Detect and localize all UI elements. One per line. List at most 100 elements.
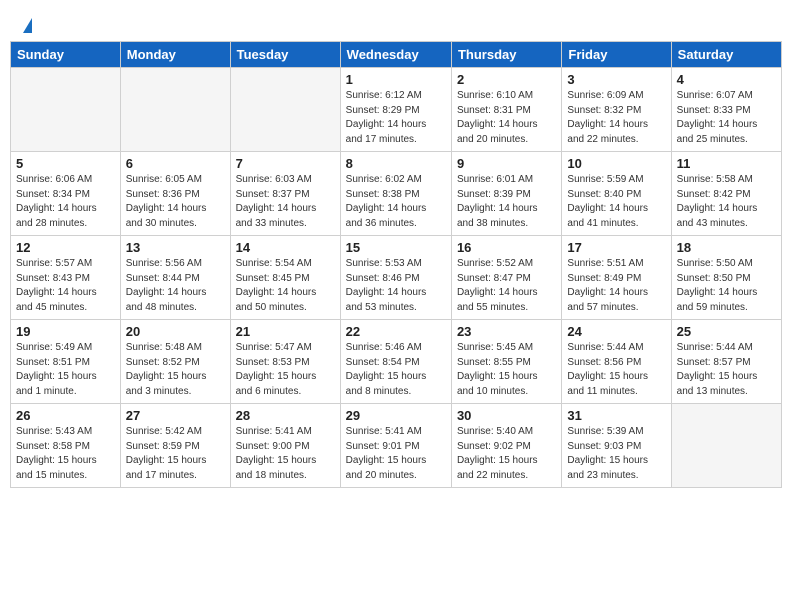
day-info: Sunrise: 5:48 AM Sunset: 8:52 PM Dayligh… [126, 341, 225, 399]
day-number: 11 [677, 156, 776, 171]
calendar-cell: 13 Sunrise: 5:56 AM Sunset: 8:44 PM Dayli… [120, 236, 230, 320]
day-number: 1 [346, 72, 446, 87]
day-number: 25 [677, 324, 776, 339]
day-info: Sunrise: 5:45 AM Sunset: 8:55 PM Dayligh… [457, 341, 556, 399]
calendar-row: 12 Sunrise: 5:57 AM Sunset: 8:43 PM Dayli… [11, 236, 782, 320]
day-number: 16 [457, 240, 556, 255]
calendar-table: SundayMondayTuesdayWednesdayThursdayFrid… [10, 41, 782, 488]
day-number: 9 [457, 156, 556, 171]
weekday-header-thursday: Thursday [451, 42, 561, 68]
calendar-cell: 2 Sunrise: 6:10 AM Sunset: 8:31 PM Daylig… [451, 68, 561, 152]
day-number: 2 [457, 72, 556, 87]
calendar-row: 19Sunrise: 5:49 AM Sunset: 8:51 PM Dayli… [11, 320, 782, 404]
day-number: 10 [567, 156, 665, 171]
day-number: 27 [126, 408, 225, 423]
day-number: 7 [236, 156, 335, 171]
calendar-row: 5 Sunrise: 6:06 AM Sunset: 8:34 PM Daylig… [11, 152, 782, 236]
calendar-cell: 12 Sunrise: 5:57 AM Sunset: 8:43 PM Dayli… [11, 236, 121, 320]
day-info: Sunrise: 5:41 AM Sunset: 9:01 PM Dayligh… [346, 425, 446, 483]
day-number: 28 [236, 408, 335, 423]
calendar-cell: 20 Sunrise: 5:48 AM Sunset: 8:52 PM Dayli… [120, 320, 230, 404]
day-number: 18 [677, 240, 776, 255]
day-number: 30 [457, 408, 556, 423]
day-info: Sunrise: 6:03 AM Sunset: 8:37 PM Dayligh… [236, 173, 335, 231]
calendar-cell: 3Sunrise: 6:09 AM Sunset: 8:32 PM Daylig… [562, 68, 671, 152]
day-number: 22 [346, 324, 446, 339]
logo [20, 18, 32, 31]
calendar-cell: 27Sunrise: 5:42 AM Sunset: 8:59 PM Dayli… [120, 404, 230, 488]
day-number: 21 [236, 324, 335, 339]
calendar-cell: 15 Sunrise: 5:53 AM Sunset: 8:46 PM Dayli… [340, 236, 451, 320]
calendar-cell: 11 Sunrise: 5:58 AM Sunset: 8:42 PM Dayli… [671, 152, 781, 236]
weekday-header-monday: Monday [120, 42, 230, 68]
day-number: 23 [457, 324, 556, 339]
calendar-cell: 10 Sunrise: 5:59 AM Sunset: 8:40 PM Dayli… [562, 152, 671, 236]
calendar-cell [11, 68, 121, 152]
weekday-header-tuesday: Tuesday [230, 42, 340, 68]
day-number: 8 [346, 156, 446, 171]
calendar-cell: 31 Sunrise: 5:39 AM Sunset: 9:03 PM Dayli… [562, 404, 671, 488]
day-number: 14 [236, 240, 335, 255]
calendar-cell [120, 68, 230, 152]
weekday-header-wednesday: Wednesday [340, 42, 451, 68]
weekday-header-sunday: Sunday [11, 42, 121, 68]
day-info: Sunrise: 5:50 AM Sunset: 8:50 PM Dayligh… [677, 257, 776, 315]
day-info: Sunrise: 5:53 AM Sunset: 8:46 PM Dayligh… [346, 257, 446, 315]
calendar-row: 26 Sunrise: 5:43 AM Sunset: 8:58 PM Dayli… [11, 404, 782, 488]
calendar-cell: 24Sunrise: 5:44 AM Sunset: 8:56 PM Dayli… [562, 320, 671, 404]
calendar-row: 1 Sunrise: 6:12 AM Sunset: 8:29 PM Daylig… [11, 68, 782, 152]
day-info: Sunrise: 5:49 AM Sunset: 8:51 PM Dayligh… [16, 341, 115, 399]
calendar-cell: 25 Sunrise: 5:44 AM Sunset: 8:57 PM Dayli… [671, 320, 781, 404]
calendar-cell: 22 Sunrise: 5:46 AM Sunset: 8:54 PM Dayli… [340, 320, 451, 404]
day-info: Sunrise: 5:47 AM Sunset: 8:53 PM Dayligh… [236, 341, 335, 399]
calendar-cell: 21 Sunrise: 5:47 AM Sunset: 8:53 PM Dayli… [230, 320, 340, 404]
day-number: 20 [126, 324, 225, 339]
day-number: 17 [567, 240, 665, 255]
calendar-cell: 23 Sunrise: 5:45 AM Sunset: 8:55 PM Dayli… [451, 320, 561, 404]
calendar-cell: 4 Sunrise: 6:07 AM Sunset: 8:33 PM Daylig… [671, 68, 781, 152]
day-info: Sunrise: 5:41 AM Sunset: 9:00 PM Dayligh… [236, 425, 335, 483]
day-info: Sunrise: 5:57 AM Sunset: 8:43 PM Dayligh… [16, 257, 115, 315]
day-info: Sunrise: 5:46 AM Sunset: 8:54 PM Dayligh… [346, 341, 446, 399]
page-header [10, 10, 782, 35]
day-number: 13 [126, 240, 225, 255]
calendar-cell: 8 Sunrise: 6:02 AM Sunset: 8:38 PM Daylig… [340, 152, 451, 236]
calendar-cell: 26 Sunrise: 5:43 AM Sunset: 8:58 PM Dayli… [11, 404, 121, 488]
calendar-cell: 28 Sunrise: 5:41 AM Sunset: 9:00 PM Dayli… [230, 404, 340, 488]
day-info: Sunrise: 6:01 AM Sunset: 8:39 PM Dayligh… [457, 173, 556, 231]
day-info: Sunrise: 5:44 AM Sunset: 8:56 PM Dayligh… [567, 341, 665, 399]
day-info: Sunrise: 5:52 AM Sunset: 8:47 PM Dayligh… [457, 257, 556, 315]
day-info: Sunrise: 6:07 AM Sunset: 8:33 PM Dayligh… [677, 89, 776, 147]
calendar-cell: 7 Sunrise: 6:03 AM Sunset: 8:37 PM Daylig… [230, 152, 340, 236]
calendar-cell: 14 Sunrise: 5:54 AM Sunset: 8:45 PM Dayli… [230, 236, 340, 320]
day-info: Sunrise: 6:10 AM Sunset: 8:31 PM Dayligh… [457, 89, 556, 147]
day-info: Sunrise: 5:51 AM Sunset: 8:49 PM Dayligh… [567, 257, 665, 315]
day-info: Sunrise: 5:40 AM Sunset: 9:02 PM Dayligh… [457, 425, 556, 483]
day-info: Sunrise: 5:58 AM Sunset: 8:42 PM Dayligh… [677, 173, 776, 231]
day-number: 5 [16, 156, 115, 171]
calendar-cell [671, 404, 781, 488]
day-number: 4 [677, 72, 776, 87]
calendar-cell: 30 Sunrise: 5:40 AM Sunset: 9:02 PM Dayli… [451, 404, 561, 488]
day-info: Sunrise: 5:56 AM Sunset: 8:44 PM Dayligh… [126, 257, 225, 315]
calendar-cell: 1 Sunrise: 6:12 AM Sunset: 8:29 PM Daylig… [340, 68, 451, 152]
day-info: Sunrise: 6:06 AM Sunset: 8:34 PM Dayligh… [16, 173, 115, 231]
day-info: Sunrise: 5:54 AM Sunset: 8:45 PM Dayligh… [236, 257, 335, 315]
day-info: Sunrise: 6:02 AM Sunset: 8:38 PM Dayligh… [346, 173, 446, 231]
day-number: 15 [346, 240, 446, 255]
day-info: Sunrise: 5:43 AM Sunset: 8:58 PM Dayligh… [16, 425, 115, 483]
calendar-cell [230, 68, 340, 152]
day-info: Sunrise: 5:59 AM Sunset: 8:40 PM Dayligh… [567, 173, 665, 231]
day-info: Sunrise: 6:12 AM Sunset: 8:29 PM Dayligh… [346, 89, 446, 147]
calendar-cell: 5 Sunrise: 6:06 AM Sunset: 8:34 PM Daylig… [11, 152, 121, 236]
day-info: Sunrise: 5:44 AM Sunset: 8:57 PM Dayligh… [677, 341, 776, 399]
day-info: Sunrise: 5:39 AM Sunset: 9:03 PM Dayligh… [567, 425, 665, 483]
day-info: Sunrise: 6:09 AM Sunset: 8:32 PM Dayligh… [567, 89, 665, 147]
day-number: 12 [16, 240, 115, 255]
day-number: 6 [126, 156, 225, 171]
calendar-cell: 16 Sunrise: 5:52 AM Sunset: 8:47 PM Dayli… [451, 236, 561, 320]
day-number: 26 [16, 408, 115, 423]
day-number: 31 [567, 408, 665, 423]
weekday-header-friday: Friday [562, 42, 671, 68]
weekday-header-saturday: Saturday [671, 42, 781, 68]
